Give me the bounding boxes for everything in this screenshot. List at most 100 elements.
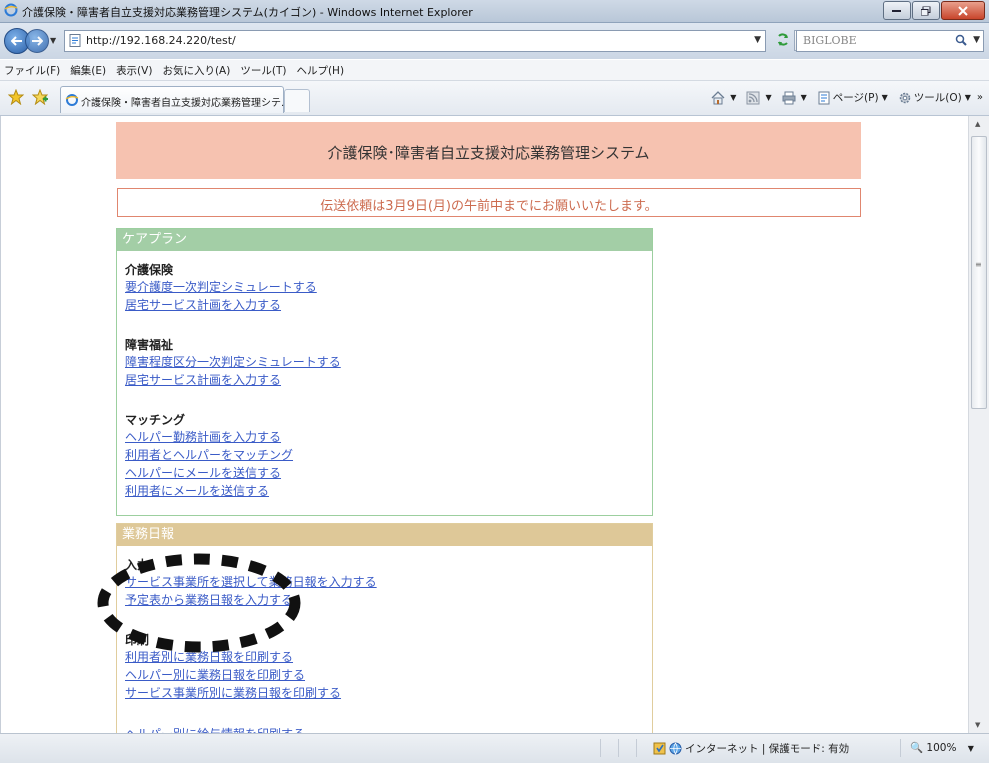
scrollbar-grip-icon: ≡ (975, 260, 982, 269)
section-print: 印刷 利用者別に業務日報を印刷する ヘルパー別に業務日報を印刷する サービス事業… (125, 632, 341, 702)
home-icon (711, 90, 725, 104)
gear-icon (899, 92, 910, 103)
tab-current-page[interactable]: 介護保険・障害者自立支援対応業務管理シテ... (60, 86, 291, 113)
command-bar: ▼ ▼ ▼ ページ(P) ▼ ツール(O) ▼ » (701, 90, 983, 105)
maximize-button[interactable] (912, 1, 940, 20)
notice-box: 伝送依頼は3月9日(月)の午前中までにお願いいたします。 (117, 188, 861, 217)
section-title: 障害福祉 (125, 338, 174, 352)
careplan-header: ケアプラン (117, 229, 652, 251)
print-icon (782, 91, 796, 104)
feeds-button[interactable]: ▼ (746, 91, 772, 105)
page-icon (69, 34, 81, 47)
scrollbar-thumb[interactable] (971, 136, 987, 409)
protected-mode-icon (653, 742, 666, 755)
status-divider (636, 739, 637, 757)
section-title: 介護保険 (125, 263, 174, 277)
zoom-level[interactable]: 🔍 100% ▼ (910, 741, 974, 754)
window-title: 介護保険・障害者自立支援対応業務管理システム(カイゴン) - Windows I… (22, 6, 473, 19)
restore-icon (921, 6, 931, 15)
toolbar-overflow-chevron[interactable]: » (977, 92, 983, 103)
search-engine-name: BIGLOBE (803, 34, 857, 47)
back-arrow-icon (11, 36, 22, 46)
globe-icon (669, 742, 682, 755)
magnifier-icon: 🔍 (910, 742, 924, 754)
link-shogai-kubun-simulate[interactable]: 障害程度区分一次判定シミュレートする (125, 353, 341, 371)
link-mail-user[interactable]: 利用者にメールを送信する (125, 482, 293, 500)
tab-label: 介護保険・障害者自立支援対応業務管理シテ... (81, 98, 291, 109)
link-mail-helper[interactable]: ヘルパーにメールを送信する (125, 464, 293, 482)
home-button[interactable]: ▼ (711, 90, 736, 105)
search-icon[interactable] (955, 34, 967, 46)
url-text: http://192.168.24.220/test/ (86, 34, 236, 47)
favorites-center-icon[interactable] (8, 89, 24, 105)
security-zone-text: インターネット | 保護モード: 有効 (685, 743, 850, 755)
section-title: 入力 (125, 558, 150, 572)
tools-menu-label: ツール(O) (913, 92, 962, 104)
internet-explorer-icon (4, 3, 18, 17)
scroll-down-arrow-icon[interactable]: ▼ (975, 721, 980, 729)
menu-file[interactable]: ファイル(F) (0, 63, 65, 78)
close-icon (958, 5, 968, 16)
menu-view[interactable]: 表示(V) (111, 63, 157, 78)
nippo-panel: 業務日報 入力 サービス事業所を選択して業務日報を入力する 予定表から業務日報を… (116, 523, 653, 733)
link-print-by-helper[interactable]: ヘルパー別に業務日報を印刷する (125, 666, 341, 684)
menu-edit[interactable]: 編集(E) (65, 63, 111, 78)
link-print-salary-partial[interactable]: ヘルパー別に給与情報を印刷する (125, 725, 305, 733)
system-title: 介護保険･障害者自立支援対応業務管理システム (327, 144, 650, 162)
close-button[interactable] (941, 1, 985, 20)
link-kyotaku-plan-shogai[interactable]: 居宅サービス計画を入力する (125, 371, 341, 389)
menu-tools[interactable]: ツール(T) (235, 63, 291, 78)
search-options-dropdown[interactable]: ▼ (973, 35, 980, 45)
menu-bar: ファイル(F) 編集(E) 表示(V) お気に入り(A) ツール(T) ヘルプ(… (0, 60, 989, 81)
link-kyotaku-plan-kaigo[interactable]: 居宅サービス計画を入力する (125, 296, 317, 314)
search-box[interactable]: BIGLOBE ▼ (796, 30, 984, 52)
security-zone[interactable]: インターネット | 保護モード: 有効 (653, 741, 849, 756)
address-toolbar: ▼ http://192.168.24.220/test/ ▼ BIGLOBE … (0, 23, 989, 59)
zoom-dropdown-icon[interactable]: ▼ (968, 744, 974, 753)
scroll-up-arrow-icon[interactable]: ▲ (975, 120, 980, 128)
recent-pages-dropdown[interactable]: ▼ (50, 36, 56, 45)
address-field[interactable]: http://192.168.24.220/test/ ▼ (64, 30, 766, 52)
page-menu-label: ページ(P) (832, 92, 879, 104)
section-matching: マッチング ヘルパー勤務計画を入力する 利用者とヘルパーをマッチング ヘルパーに… (125, 412, 293, 500)
section-title: マッチング (125, 413, 186, 427)
section-shogai-fukushi: 障害福祉 障害程度区分一次判定シミュレートする 居宅サービス計画を入力する (125, 337, 341, 389)
section-kaigo-hoken: 介護保険 要介護度一次判定シミュレートする 居宅サービス計画を入力する (125, 262, 317, 314)
link-print-by-user[interactable]: 利用者別に業務日報を印刷する (125, 648, 341, 666)
refresh-icon[interactable] (774, 31, 792, 49)
nippo-header: 業務日報 (117, 524, 652, 546)
link-print-by-office[interactable]: サービス事業所別に業務日報を印刷する (125, 684, 341, 702)
link-nippo-from-schedule[interactable]: 予定表から業務日報を入力する (125, 591, 377, 609)
section-title: 印刷 (125, 633, 150, 647)
status-divider (618, 739, 619, 757)
address-dropdown-icon[interactable]: ▼ (754, 35, 761, 45)
tab-bar: 介護保険・障害者自立支援対応業務管理シテ... ▼ ▼ ▼ ページ(P) ▼ ツ… (0, 81, 989, 116)
careplan-panel: ケアプラン 介護保険 要介護度一次判定シミュレートする 居宅サービス計画を入力す… (116, 228, 653, 516)
window-title-bar: 介護保険・障害者自立支援対応業務管理システム(カイゴン) - Windows I… (0, 0, 989, 23)
status-bar: インターネット | 保護モード: 有効 🔍 100% ▼ (0, 733, 989, 763)
tools-menu-button[interactable]: ツール(O) ▼ (898, 90, 971, 105)
page-viewport: 介護保険･障害者自立支援対応業務管理システム 伝送依頼は3月9日(月)の午前中ま… (0, 116, 969, 733)
internet-explorer-icon (65, 94, 79, 106)
feeds-icon (746, 91, 760, 104)
minimize-button[interactable] (883, 1, 911, 20)
link-kaigodo-simulate[interactable]: 要介護度一次判定シミュレートする (125, 278, 317, 296)
link-user-helper-matching[interactable]: 利用者とヘルパーをマッチング (125, 446, 293, 464)
status-divider (900, 739, 901, 757)
page-menu-button[interactable]: ページ(P) ▼ (817, 90, 888, 105)
menu-help[interactable]: ヘルプ(H) (291, 63, 349, 78)
new-tab-button[interactable] (284, 89, 310, 112)
forward-arrow-icon (32, 36, 43, 46)
link-helper-schedule[interactable]: ヘルパー勤務計画を入力する (125, 428, 293, 446)
section-input: 入力 サービス事業所を選択して業務日報を入力する 予定表から業務日報を入力する (125, 557, 377, 609)
forward-button[interactable] (25, 29, 49, 53)
status-divider (600, 739, 601, 757)
link-nippo-by-office[interactable]: サービス事業所を選択して業務日報を入力する (125, 573, 377, 591)
vertical-scrollbar[interactable]: ▲ ≡ ▼ (968, 116, 989, 733)
print-button[interactable]: ▼ (782, 91, 807, 105)
system-header: 介護保険･障害者自立支援対応業務管理システム (116, 122, 861, 179)
add-favorite-icon[interactable] (32, 89, 48, 105)
minimize-icon (892, 9, 901, 12)
menu-favorites[interactable]: お気に入り(A) (157, 63, 235, 78)
notice-text: 伝送依頼は3月9日(月)の午前中までにお願いいたします。 (320, 199, 658, 214)
